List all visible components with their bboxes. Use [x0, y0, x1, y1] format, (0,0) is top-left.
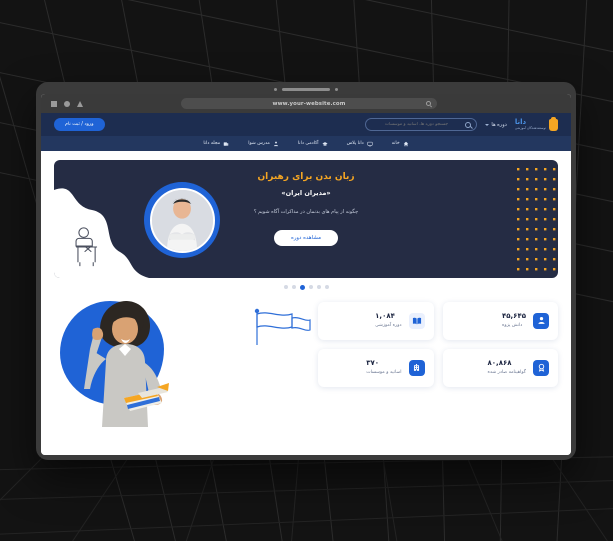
- carousel-dot[interactable]: [308, 285, 313, 289]
- student-illustration: [54, 297, 318, 427]
- student-photo: [84, 300, 169, 427]
- stats-grid: ۴۵,۶۴۵ دانش پژوه ۱,۰۸۴ دوره آموزشی ۸۰,۸۶…: [318, 297, 558, 427]
- building-icon: [408, 359, 425, 376]
- stat-card-students[interactable]: ۴۵,۶۴۵ دانش پژوه: [442, 301, 558, 340]
- magazine-icon: [223, 141, 229, 146]
- browser-window: www.your-website.com دانا توسعه‌دهندگان …: [41, 94, 571, 455]
- url-bar[interactable]: www.your-website.com: [181, 98, 437, 109]
- view-course-button[interactable]: مشاهده دوره: [274, 230, 338, 246]
- chevron-down-icon: [485, 123, 490, 126]
- stat-card-certificates[interactable]: ۸۰,۸۶۸ گواهینامه صادر شده: [442, 348, 558, 387]
- stat-number: ۱,۰۸۴: [375, 312, 395, 321]
- logo-mark-icon: [549, 116, 558, 131]
- device-camera-bar: [36, 85, 576, 93]
- monitor-icon: [367, 141, 373, 147]
- teacher-icon: [273, 141, 278, 146]
- carousel-dot-active[interactable]: [299, 284, 305, 290]
- nav-item-magazine[interactable]: مجله دانا: [203, 141, 229, 147]
- stat-card-institutes[interactable]: ۳۷۰ اساتید و موسسات: [318, 348, 434, 387]
- courses-dropdown[interactable]: دوره ها: [485, 121, 507, 128]
- stat-card-courses[interactable]: ۱,۰۸۴ دوره آموزشی: [318, 301, 434, 340]
- main-navigation: خانه دانا پلاس آکادمی دانا مدرس شوا مجله…: [41, 136, 571, 151]
- site-logo[interactable]: دانا توسعه‌دهندگان آموزشی: [514, 116, 558, 131]
- nav-label-magazine: مجله دانا: [203, 141, 221, 146]
- stat-label: دوره آموزشی: [375, 323, 402, 328]
- carousel-pagination: [54, 284, 558, 290]
- hero-banner: زبان بدن برای رهبران «مدیران ایران» چگون…: [54, 160, 558, 278]
- carousel-dot[interactable]: [316, 285, 321, 289]
- screenshot-stage: www.your-website.com دانا توسعه‌دهندگان …: [0, 0, 613, 541]
- book-icon: [408, 312, 425, 329]
- cap-icon: [321, 141, 328, 146]
- login-register-button[interactable]: ورود / ثبت نام: [54, 118, 105, 131]
- nav-label-academy: آکادمی دانا: [297, 141, 319, 146]
- carousel-dot[interactable]: [324, 285, 329, 289]
- site-header: دانا توسعه‌دهندگان آموزشی دوره ها ورود /…: [41, 113, 571, 136]
- hero-copy: زبان بدن برای رهبران «مدیران ایران» چگون…: [54, 172, 558, 246]
- courses-dropdown-label: دوره ها: [491, 121, 507, 128]
- nav-label-dana-plus: دانا پلاس: [346, 141, 364, 146]
- search-icon: [465, 121, 472, 128]
- logo-subtitle: توسعه‌دهندگان آموزشی: [514, 125, 546, 130]
- nav-item-academy[interactable]: آکادمی دانا: [298, 141, 328, 147]
- stat-number: ۴۵,۶۴۵: [501, 312, 526, 321]
- nav-item-dana-plus[interactable]: دانا پلاس: [347, 141, 373, 147]
- camera-dot-left: [274, 87, 277, 91]
- certificate-icon: [533, 359, 549, 376]
- nav-item-home[interactable]: خانه: [392, 141, 409, 147]
- stats-section: ۴۵,۶۴۵ دانش پژوه ۱,۰۸۴ دوره آموزشی ۸۰,۸۶…: [54, 297, 558, 427]
- stat-label: دانش پژوه: [501, 323, 523, 328]
- triangle-icon[interactable]: [77, 100, 83, 107]
- stat-number: ۸۰,۸۶۸: [487, 359, 512, 368]
- stat-label: اساتید و موسسات: [366, 370, 402, 375]
- square-icon[interactable]: [51, 100, 57, 107]
- device-frame: www.your-website.com دانا توسعه‌دهندگان …: [36, 82, 576, 460]
- nav-item-become-teacher[interactable]: مدرس شوا: [248, 141, 279, 147]
- flag-illustration-icon: [254, 308, 311, 345]
- search-input[interactable]: [371, 122, 462, 127]
- user-icon: [533, 312, 549, 329]
- nav-label-become-teacher: مدرس شوا: [248, 141, 270, 146]
- carousel-dot[interactable]: [291, 285, 296, 289]
- logo-name: دانا: [514, 117, 527, 126]
- header-search[interactable]: [365, 118, 478, 131]
- hero-title: زبان بدن برای رهبران: [257, 172, 355, 182]
- camera-dot-right: [335, 87, 338, 91]
- home-icon: [403, 141, 408, 146]
- nav-label-home: خانه: [391, 141, 400, 146]
- carousel-dot[interactable]: [283, 285, 288, 289]
- stat-label: گواهینامه صادر شده: [487, 370, 526, 375]
- url-text: www.your-website.com: [272, 100, 346, 107]
- browser-toolbar: www.your-website.com: [41, 94, 571, 113]
- hero-description: چگونه از پیام های بدنمان در مذاکرات آگاه…: [253, 209, 359, 215]
- page-content: زبان بدن برای رهبران «مدیران ایران» چگون…: [41, 151, 571, 455]
- stat-number: ۳۷۰: [366, 359, 380, 368]
- hero-subtitle: «مدیران ایران»: [281, 189, 331, 197]
- circle-icon[interactable]: [64, 100, 70, 107]
- speaker-bar: [282, 87, 330, 91]
- search-icon[interactable]: [426, 101, 431, 106]
